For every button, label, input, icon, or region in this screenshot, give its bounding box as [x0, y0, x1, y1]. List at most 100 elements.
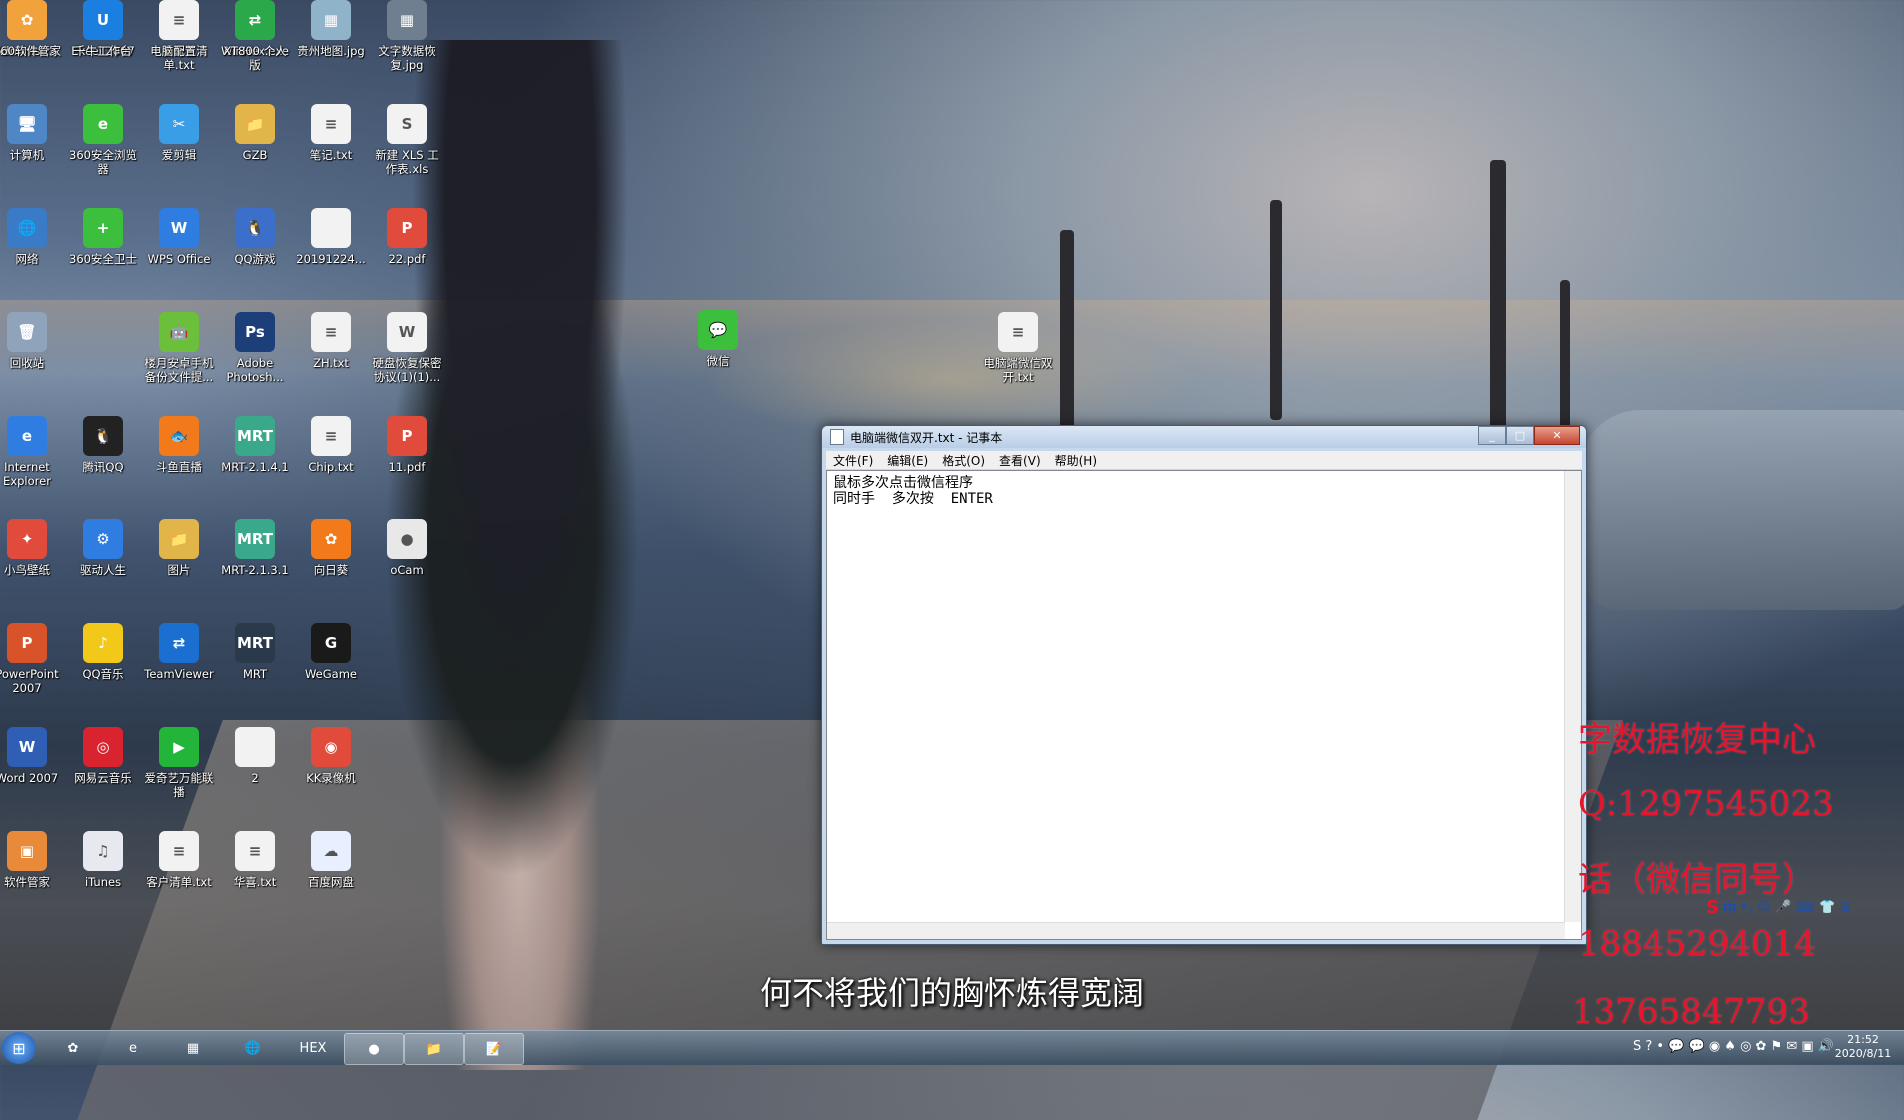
desktop-icon[interactable]: ▣ 软件管家	[0, 831, 64, 889]
desktop-icon-label: 笔记.txt	[309, 148, 353, 162]
desktop-icon[interactable]: ≡ 电脑端微信双开.txt	[976, 312, 1060, 384]
desktop-icon[interactable]: S 新建 XLS 工作表.xls	[370, 104, 444, 176]
clock[interactable]: 21:52 2020/8/11	[1832, 1033, 1894, 1061]
desktop-icon[interactable]: +360安全卫士	[66, 208, 140, 266]
desktop-icon[interactable]: 📁 图片	[142, 519, 216, 577]
desktop-icon[interactable]: ✿ 360软件管家	[0, 0, 64, 58]
desktop-icon[interactable]: ♫ iTunes	[66, 831, 140, 889]
explorer-task-icon[interactable]: 📁	[404, 1033, 464, 1065]
notepad-titlebar[interactable]: 电脑端微信双开.txt - 记事本	[822, 426, 1586, 448]
desktop-icon[interactable]: ✂ 爱剪辑	[142, 104, 216, 162]
desktop-icon[interactable]: ≡ 笔记.txt	[294, 104, 368, 162]
ime-logo-icon[interactable]: S	[1706, 897, 1719, 918]
desktop-icon[interactable]: 🌐 网络	[0, 208, 64, 266]
desktop-icon-label: 360安全卫士	[69, 252, 137, 266]
desktop-icon-label: GZB	[242, 148, 268, 162]
desktop-icon-label: 小鸟壁纸	[4, 563, 50, 577]
desktop-icon[interactable]: ● oCam	[370, 519, 444, 577]
desktop-icon-label: 华喜.txt	[233, 875, 277, 889]
desktop-icon[interactable]: 20191224...	[294, 208, 368, 266]
desktop-icon[interactable]: ≡ Chip.txt	[294, 416, 368, 474]
desktop-icon[interactable]: ✿ 向日葵	[294, 519, 368, 577]
desktop-icon[interactable]: ≡ 客户清单.txt	[142, 831, 216, 889]
menu-format[interactable]: 格式(O)	[935, 452, 992, 469]
ime-toolbar[interactable]: S 中 •, ☺ 🎤 ⌨ 👕 ⊞	[1706, 896, 1851, 918]
start-button[interactable]: ⊞	[2, 1032, 36, 1064]
desktop-icon-label: QQ游戏	[234, 252, 276, 266]
desktop-icon[interactable]: 🤖 楼月安卓手机备份文件提...	[142, 312, 216, 384]
ime-mode[interactable]: 中	[1723, 898, 1736, 917]
desktop-icon-label: iTunes	[84, 875, 122, 889]
desktop-icon[interactable]: ≡ 电脑配置清单.txt	[142, 0, 216, 72]
desktop-icon[interactable]: P 11.pdf	[370, 416, 444, 474]
winhex-task-icon[interactable]: HEX	[284, 1033, 342, 1063]
menu-file[interactable]: 文件(F)	[826, 452, 880, 469]
text-file-icon: ≡	[998, 312, 1038, 352]
desktop-icon[interactable]: P PowerPoint 2007	[0, 623, 64, 695]
desktop-icon[interactable]: MRT MRT-2.1.4.1	[218, 416, 292, 474]
teamviewer-icon: ⇄	[159, 623, 199, 663]
wallpaper-water-light	[700, 320, 1200, 440]
browser-360-task-icon[interactable]: e	[104, 1033, 162, 1063]
text-file-icon: ≡	[311, 104, 351, 144]
desktop-icon[interactable]: ⚙ 驱动人生	[66, 519, 140, 577]
calculator-task-icon[interactable]: ▦	[164, 1033, 222, 1063]
desktop-icon[interactable]: ▦ 文字数据恢复.jpg	[370, 0, 444, 72]
desktop-icon[interactable]: 🗑 回收站	[0, 312, 64, 370]
menu-view[interactable]: 查看(V)	[992, 452, 1048, 469]
horizontal-scrollbar[interactable]	[827, 922, 1565, 939]
minimize-button[interactable]: _	[1478, 426, 1506, 445]
desktop-icon[interactable]: ▦ 贵州地图.jpg	[294, 0, 368, 58]
file-icon	[311, 208, 351, 248]
desktop-icon[interactable]: ☁ 百度网盘	[294, 831, 368, 889]
desktop-icon[interactable]: ♪ QQ音乐	[66, 623, 140, 681]
desktop-icon[interactable]: 2	[218, 727, 292, 785]
folder-icon: 📁	[235, 104, 275, 144]
desktop-icon[interactable]: 🖥 计算机	[0, 104, 64, 162]
desktop-icon[interactable]: MRT MRT	[218, 623, 292, 681]
watermark-line2: Q:1297545023	[1578, 784, 1834, 824]
desktop-icon[interactable]: 📁 GZB	[218, 104, 292, 162]
desktop-icon[interactable]: ≡ ZH.txt	[294, 312, 368, 370]
desktop-icon[interactable]: 🐟 斗鱼直播	[142, 416, 216, 474]
desktop-icon[interactable]: ≡ 华喜.txt	[218, 831, 292, 889]
notepad-window[interactable]: 电脑端微信双开.txt - 记事本 _ □ ✕ 文件(F) 编辑(E) 格式(O…	[821, 425, 1587, 945]
ocam-task-icon[interactable]: ●	[344, 1033, 404, 1065]
desktop-icon[interactable]: e Internet Explorer	[0, 416, 64, 488]
desktop-icon[interactable]: ◉ KK录像机	[294, 727, 368, 785]
desktop-icon[interactable]: W Word 2007	[0, 727, 64, 785]
desktop-icon[interactable]: U 千牛工作台	[66, 0, 140, 58]
ocam-icon: ●	[387, 519, 427, 559]
ime-punct[interactable]: •,	[1740, 900, 1753, 915]
software-360-task-icon[interactable]: ✿	[44, 1033, 102, 1063]
menu-help[interactable]: 帮助(H)	[1048, 452, 1104, 469]
desktop-icon[interactable]: 🐧 腾讯QQ	[66, 416, 140, 474]
ime-tools-icon[interactable]: ☺ 🎤 ⌨ 👕 ⊞	[1757, 900, 1851, 915]
desktop-icon[interactable]: ▶ 爱奇艺万能联播	[142, 727, 216, 799]
network-task-icon[interactable]: 🌐	[224, 1033, 282, 1063]
desktop-icon[interactable]: W WPS Office	[142, 208, 216, 266]
desktop-icon[interactable]: MRT MRT-2.1.3.1	[218, 519, 292, 577]
desktop-icon[interactable]: P 22.pdf	[370, 208, 444, 266]
notepad-editor[interactable]: 鼠标多次点击微信程序 同时手 多次按 ENTER	[826, 470, 1582, 940]
maximize-button[interactable]: □	[1506, 426, 1534, 445]
desktop-icon[interactable]: ✦ 小鸟壁纸	[0, 519, 64, 577]
desktop-icon[interactable]: G WeGame	[294, 623, 368, 681]
desktop-icon[interactable]: ⇄ XT800 个人版	[218, 0, 292, 72]
system-tray[interactable]: S ? • 💬 💬 ◉ ♠ ◎ ✿ ⚑ ✉ ▣ 🔊	[1633, 1039, 1834, 1054]
desktop-icon-label: 360软件管家	[0, 44, 61, 58]
notepad-task-icon[interactable]: 📝	[464, 1033, 524, 1065]
desktop-icon[interactable]: 💬 微信	[676, 310, 760, 368]
desktop-icon[interactable]: e 360安全浏览器	[66, 104, 140, 176]
notepad-content[interactable]: 鼠标多次点击微信程序 同时手 多次按 ENTER	[833, 475, 993, 507]
desktop-icon[interactable]: Ps Adobe Photosh...	[218, 312, 292, 384]
netease-music-icon: ◎	[83, 727, 123, 767]
close-button[interactable]: ✕	[1534, 426, 1580, 445]
desktop-icon[interactable]: W 硬盘恢复保密协议(1)(1)...	[370, 312, 444, 384]
desktop-icon[interactable]: ◎ 网易云音乐	[66, 727, 140, 785]
tray-icons[interactable]: S ? • 💬 💬 ◉ ♠ ◎ ✿ ⚑ ✉ ▣ 🔊	[1633, 1039, 1834, 1054]
folder-icon: 📁	[159, 519, 199, 559]
desktop-icon[interactable]: 🐧 QQ游戏	[218, 208, 292, 266]
desktop-icon[interactable]: ⇄ TeamViewer	[142, 623, 216, 681]
menu-edit[interactable]: 编辑(E)	[880, 452, 935, 469]
